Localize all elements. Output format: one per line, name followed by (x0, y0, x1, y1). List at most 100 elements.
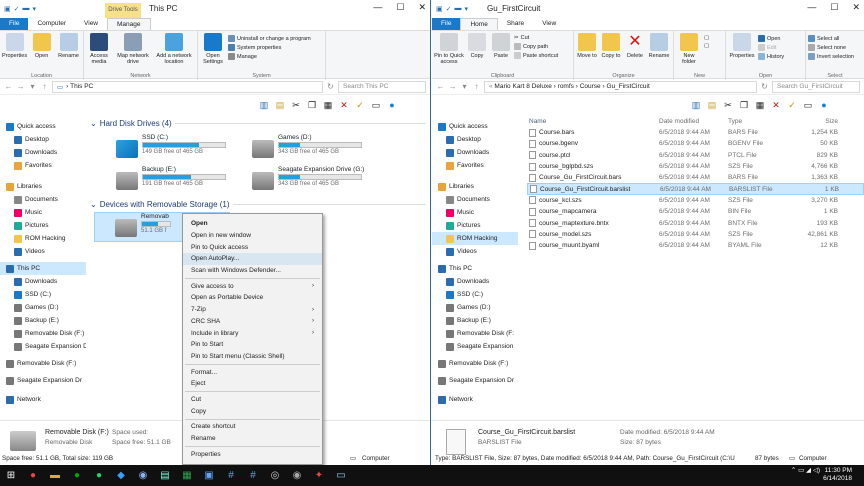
back-icon[interactable]: ← (4, 82, 13, 91)
menu-item[interactable]: Open in new window (183, 230, 322, 242)
close-icon[interactable]: ✕ (852, 2, 860, 13)
breadcrumb-item[interactable]: Gu_FirstCircuit (606, 83, 649, 90)
nav-item[interactable]: Libraries (432, 180, 518, 193)
app-icon[interactable]: ◆ (110, 465, 132, 486)
sheet-icon[interactable]: ▦ (176, 465, 198, 486)
drive-seagate-g[interactable]: Seagate Expansion Drive (G:) 343 GB free … (252, 166, 422, 194)
up-icon[interactable]: ↑ (472, 82, 481, 91)
section-removable-storage[interactable]: ⌄ Devices with Removable Storage (1) (90, 197, 426, 211)
drive-games-d[interactable]: Games (D:) 343 GB free of 465 GB (252, 134, 382, 162)
folder-icon[interactable]: ▬ (23, 5, 30, 13)
notepad-icon[interactable]: ▤ (154, 465, 176, 486)
quick-access-toolbar[interactable]: ▣ ✓ ▬ ▾ (0, 5, 36, 13)
edit-button[interactable]: Edit (758, 44, 784, 51)
nav-item[interactable]: Seagate Expansion Dr (432, 374, 518, 387)
start-icon[interactable]: ⊞ (0, 465, 22, 486)
column-type[interactable]: Type (728, 118, 798, 125)
nav-item[interactable]: Quick access (0, 120, 86, 133)
nav-item[interactable]: Videos (432, 245, 518, 258)
copy-path-button[interactable]: Copy path (514, 43, 558, 50)
nav-item[interactable]: Network (432, 393, 518, 406)
steam-icon[interactable]: ◉ (132, 465, 154, 486)
nav-item[interactable]: Downloads (432, 275, 518, 288)
nav-item[interactable]: SSD (C:) (432, 288, 518, 301)
file-row[interactable]: course_kcl.szs 6/5/2018 9:44 AM SZS File 3,… (527, 195, 864, 206)
menu-item[interactable]: Properties (183, 448, 322, 460)
file-row[interactable]: course.bgenv 6/5/2018 9:44 AM BGENV File 50… (527, 138, 864, 149)
forward-icon[interactable]: → (16, 82, 25, 91)
search-input[interactable]: Search This PC (338, 80, 426, 93)
calculator-icon[interactable]: ▣ (198, 465, 220, 486)
file-explorer-icon[interactable]: ▬ (44, 465, 66, 486)
breadcrumb-item[interactable]: romfs (558, 83, 574, 90)
tab-manage[interactable]: Manage (107, 18, 151, 30)
nav-item[interactable]: Music (0, 206, 86, 219)
globe-icon[interactable]: ● (386, 99, 398, 111)
nav-item[interactable]: Desktop (0, 133, 86, 146)
nav-item[interactable]: Desktop (432, 133, 518, 146)
file-row[interactable]: Course.bars 6/5/2018 9:44 AM BARS File 1,25… (527, 127, 864, 138)
nav-item[interactable]: Libraries (0, 180, 86, 193)
nav-item[interactable]: ROM Hacking (432, 232, 518, 245)
nav-item[interactable]: Favorites (0, 159, 86, 172)
nav-item[interactable]: Downloads (432, 146, 518, 159)
file-row[interactable]: course_mapcamera 6/5/2018 9:44 AM BIN File… (527, 206, 864, 217)
nav-item[interactable]: Games (D:) (432, 301, 518, 314)
nav-item[interactable]: Removable Disk (F:) (0, 327, 86, 340)
tab-home[interactable]: Home (460, 18, 498, 30)
folder-icon[interactable]: ▬ (455, 5, 462, 13)
refresh-icon[interactable]: ↻ (326, 82, 335, 91)
file-row[interactable]: course_model.szs 6/5/2018 9:44 AM SZS File… (527, 229, 864, 240)
file-row[interactable]: Course_Gu_FirstCircuit.bars 6/5/2018 9:44… (527, 172, 864, 183)
tab-computer[interactable]: Computer (28, 18, 75, 30)
tab-file[interactable]: File (432, 18, 461, 30)
tray-icons[interactable]: ⌃ ▭ ◢ ◁) (791, 467, 820, 474)
folder-options-icon[interactable]: ▤ (706, 99, 718, 111)
menu-item[interactable]: Rename (183, 433, 322, 445)
easy-access-icon[interactable]: ▢ (704, 43, 709, 49)
menu-item[interactable]: Pin to Start (183, 339, 322, 351)
menu-item[interactable]: Format... (183, 366, 322, 378)
drive-icon[interactable]: ▭ (370, 99, 382, 111)
nav-item[interactable]: Seagate Expansion D (0, 340, 86, 353)
nav-item[interactable]: Seagate Expansion Dr (0, 374, 86, 387)
menu-item[interactable]: Pin to Start menu (Classic Shell) (183, 351, 322, 363)
maximize-icon[interactable]: ☐ (830, 2, 838, 13)
folder-options-icon[interactable]: ▤ (274, 99, 286, 111)
paste-icon[interactable]: ▦ (754, 99, 766, 111)
file-row[interactable]: Course_Gu_FirstCircuit.barslist 6/5/2018 … (527, 183, 864, 195)
app-icon[interactable]: ✦ (308, 465, 330, 486)
maximize-icon[interactable]: ☐ (396, 2, 404, 13)
properties-check-icon[interactable]: ✓ (354, 99, 366, 111)
tab-view[interactable]: View (75, 18, 107, 30)
copy-icon[interactable]: ❐ (306, 99, 318, 111)
nav-item[interactable]: This PC (432, 262, 518, 275)
properties-icon[interactable]: ✓ (446, 5, 452, 13)
save-icon[interactable]: ▣ (436, 5, 443, 13)
forward-icon[interactable]: → (448, 82, 457, 91)
address-bar[interactable]: « Mario Kart 8 Deluxe › romfs › Course ›… (484, 80, 757, 93)
properties-icon[interactable]: ✓ (14, 5, 20, 13)
select-none-button[interactable]: Select none (808, 44, 854, 51)
file-row[interactable]: course.ptcl 6/5/2018 9:44 AM PTCL File 829 … (527, 150, 864, 161)
back-icon[interactable]: ← (436, 82, 445, 91)
paste-shortcut-button[interactable]: Paste shortcut (514, 52, 558, 59)
hashtag-icon[interactable]: # (242, 465, 264, 486)
properties-check-icon[interactable]: ✓ (786, 99, 798, 111)
nav-item[interactable]: Documents (432, 193, 518, 206)
recent-icon[interactable]: ▾ (28, 82, 37, 91)
tab-view[interactable]: View (533, 18, 565, 30)
minimize-icon[interactable]: — (373, 2, 382, 13)
breadcrumb-item[interactable]: Mario Kart 8 Deluxe (494, 83, 551, 90)
menu-item[interactable]: Open as Portable Device (183, 292, 322, 304)
column-name[interactable]: Name (527, 118, 659, 125)
nav-item[interactable]: Quick access (432, 120, 518, 133)
nav-item[interactable]: Backup (E:) (0, 314, 86, 327)
tab-file[interactable]: File (0, 18, 29, 30)
nav-item[interactable]: Videos (0, 245, 86, 258)
nav-item[interactable]: This PC (0, 262, 86, 275)
file-row[interactable]: course_muunt.byaml 6/5/2018 9:44 AM BYAML … (527, 240, 864, 251)
menu-item[interactable]: Create shortcut (183, 421, 322, 433)
hashtag-icon[interactable]: # (220, 465, 242, 486)
cut-button[interactable]: ✂ Cut (514, 35, 558, 41)
